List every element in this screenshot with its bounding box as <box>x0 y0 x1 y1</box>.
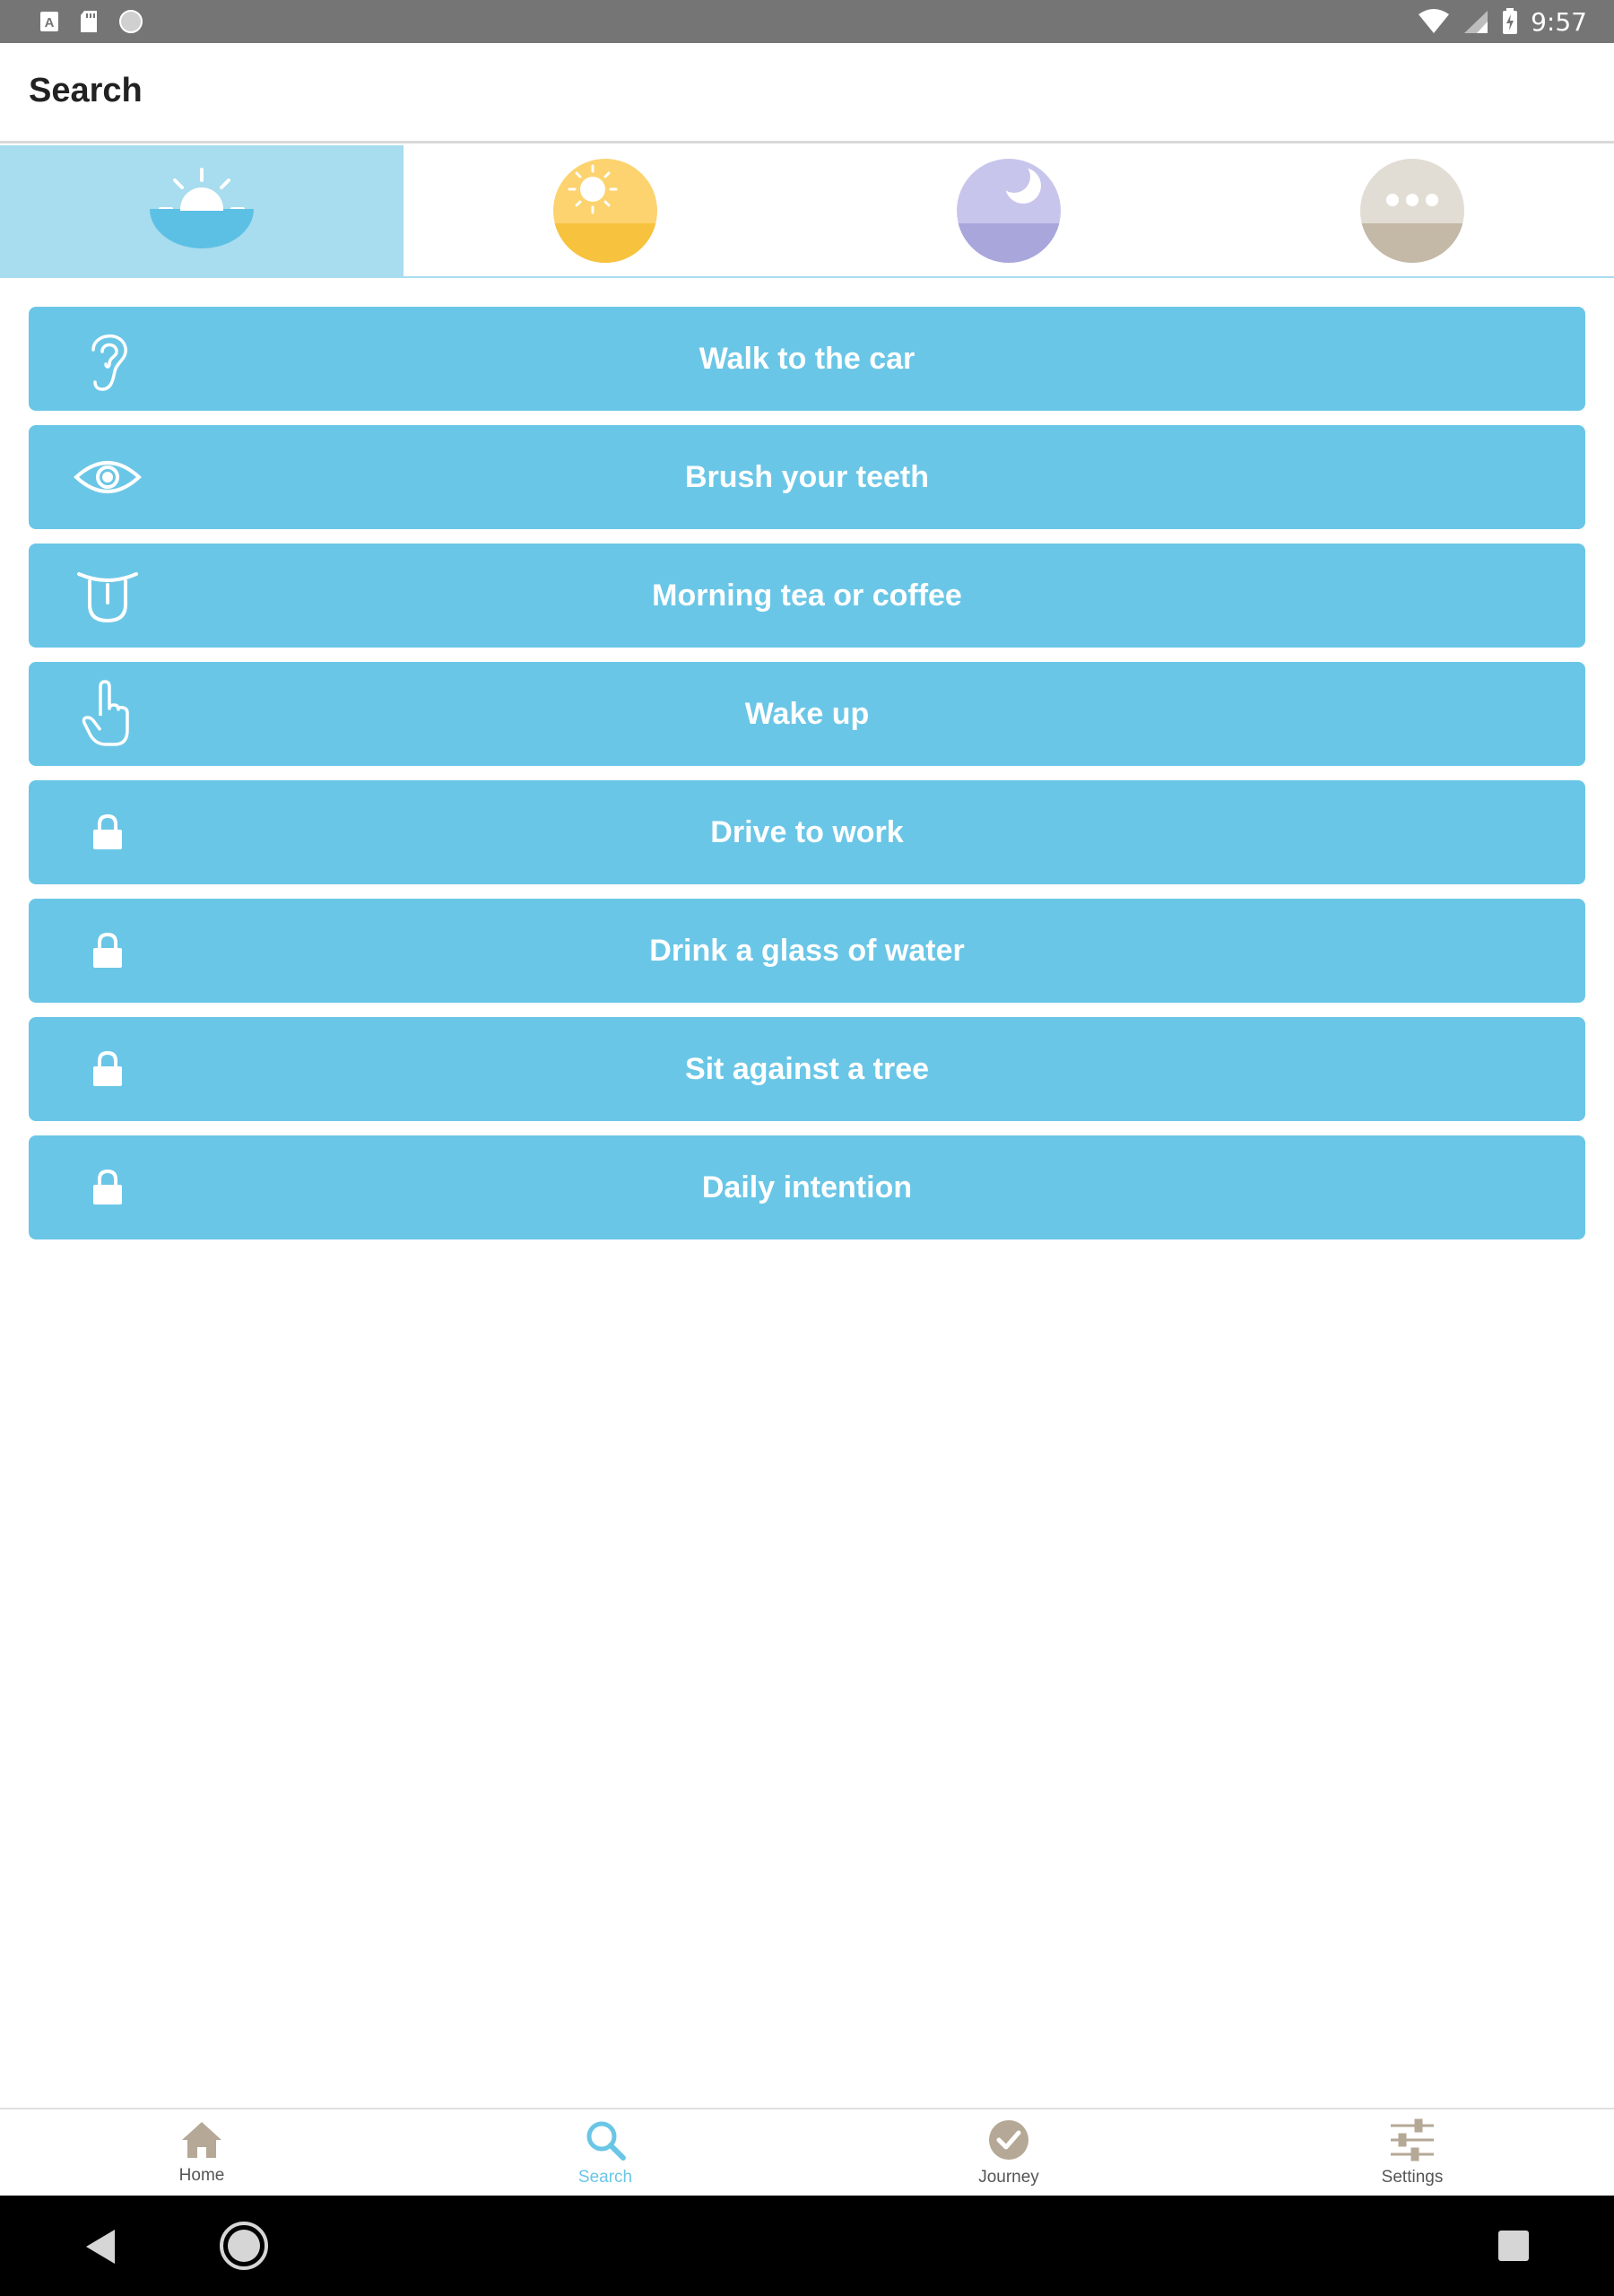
activity-row-walk-to-car[interactable]: Walk to the car <box>29 307 1585 411</box>
a-badge-icon: A <box>39 11 59 32</box>
nav-journey[interactable]: Journey <box>807 2109 1210 2196</box>
circle-icon <box>118 9 143 34</box>
home-button-icon[interactable] <box>219 2221 269 2275</box>
sliders-icon <box>1389 2118 1436 2166</box>
wifi-icon <box>1418 9 1450 34</box>
category-tabs <box>0 145 1614 278</box>
activity-label: Morning tea or coffee <box>652 578 962 613</box>
recents-icon[interactable] <box>1497 2230 1530 2266</box>
activity-row-daily-intention[interactable]: Daily intention <box>29 1135 1585 1239</box>
tab-moon[interactable] <box>807 145 1210 276</box>
activity-list: Walk to the car Brush your teeth Morning… <box>29 307 1585 1254</box>
nav-label: Home <box>178 2165 225 2185</box>
nav-settings[interactable]: Settings <box>1210 2109 1614 2196</box>
ear-icon <box>72 323 143 395</box>
activity-label: Sit against a tree <box>684 1051 930 1086</box>
tongue-icon <box>72 560 143 631</box>
search-icon <box>584 2118 627 2166</box>
activity-label: Drink a glass of water <box>649 933 965 968</box>
svg-text:A: A <box>45 15 55 30</box>
check-circle-icon <box>987 2118 1030 2166</box>
back-icon[interactable] <box>82 2228 118 2270</box>
activity-row-sit-against-tree[interactable]: Sit against a tree <box>29 1017 1585 1121</box>
tab-sun[interactable] <box>404 145 807 276</box>
activity-row-brush-teeth[interactable]: Brush your teeth <box>29 425 1585 529</box>
status-time: 9:57 <box>1531 6 1587 37</box>
bottom-nav: Home Search Journey Settings <box>0 2108 1614 2196</box>
nav-label: Settings <box>1381 2167 1444 2187</box>
lock-icon <box>72 915 143 987</box>
tab-sunrise[interactable] <box>0 145 404 276</box>
lock-icon <box>72 1033 143 1105</box>
page-title: Search <box>29 72 143 109</box>
more-icon <box>1358 157 1466 265</box>
sun-icon <box>551 157 659 265</box>
eye-icon <box>72 441 143 513</box>
hand-pointer-icon <box>72 678 143 750</box>
moon-icon <box>955 157 1063 265</box>
activity-row-drive-to-work[interactable]: Drive to work <box>29 780 1585 884</box>
app-bar: Search <box>0 43 1614 144</box>
activity-label: Drive to work <box>710 814 904 849</box>
activity-label: Walk to the car <box>699 341 915 376</box>
status-right-icons: 9:57 <box>1418 5 1587 38</box>
activity-row-morning-tea[interactable]: Morning tea or coffee <box>29 544 1585 648</box>
activity-row-wake-up[interactable]: Wake up <box>29 662 1585 766</box>
sd-card-icon <box>79 10 99 33</box>
activity-label: Brush your teeth <box>684 459 930 494</box>
signal-icon <box>1462 9 1489 34</box>
sunrise-icon <box>148 166 256 256</box>
system-nav-bar <box>0 2196 1614 2296</box>
nav-home[interactable]: Home <box>0 2109 404 2196</box>
lock-icon <box>72 1152 143 1223</box>
lock-icon <box>72 796 143 868</box>
home-icon <box>180 2120 223 2164</box>
activity-row-drink-water[interactable]: Drink a glass of water <box>29 899 1585 1003</box>
activity-label: Daily intention <box>701 1170 913 1205</box>
nav-search[interactable]: Search <box>404 2109 807 2196</box>
nav-label: Search <box>577 2167 633 2187</box>
tab-more[interactable] <box>1210 145 1614 276</box>
nav-label: Journey <box>978 2167 1039 2187</box>
battery-icon <box>1502 8 1518 35</box>
activity-label: Wake up <box>744 696 870 731</box>
status-bar: A 9:57 <box>0 0 1614 43</box>
status-left-icons: A <box>39 7 143 36</box>
